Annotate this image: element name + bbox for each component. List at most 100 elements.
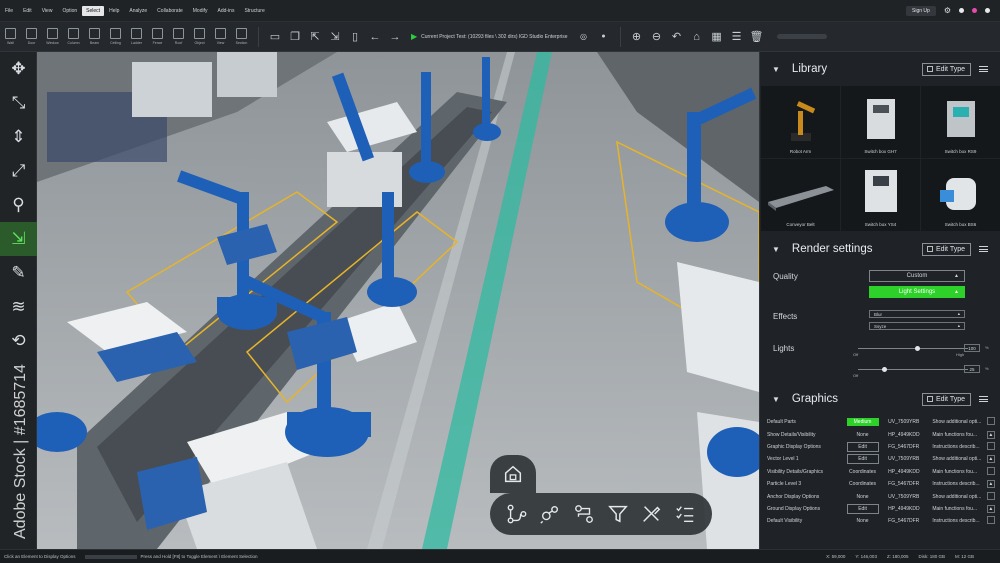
collapse-arrow-icon[interactable]: ▲ [986,455,995,464]
refresh-icon[interactable]: ◎ [577,30,591,44]
toolbar-zoom-slider[interactable] [776,34,827,39]
menu-structure[interactable]: Structure [239,8,269,14]
move-icon[interactable]: ✥ [0,52,37,86]
tool-wall[interactable]: Wall [0,23,21,51]
row-value-cell[interactable]: Medium [843,416,882,428]
tool-view[interactable]: View [210,23,231,51]
row-value[interactable]: Edit [846,441,879,452]
row-value-cell[interactable]: Coordinates [843,466,882,478]
expand-icon[interactable]: ⇲ [0,222,37,256]
light-settings-button[interactable]: Light Settings ▲ [869,286,965,298]
table-row[interactable]: Graphic Display Options Edit FG_5467DFR Ins… [760,441,1000,453]
window-layout-icon[interactable]: ▭ [268,30,282,44]
row-toggle-cell[interactable] [986,466,1000,478]
table-row[interactable]: Default Parts Medium UV_7509YRB Show additi… [760,416,1000,428]
row-toggle-cell[interactable]: ▲ [986,478,1000,490]
library-item[interactable]: Switch box BS6 [921,159,1000,231]
zoom-out-icon[interactable]: ⊖ [650,30,664,44]
list-icon[interactable]: ☰ [730,30,744,44]
light1-value[interactable]: 100 [964,344,980,352]
menu-analyze[interactable]: Analyze [124,8,152,14]
tools-icon[interactable] [639,502,663,526]
slider-knob[interactable] [882,367,887,372]
row-toggle-cell[interactable]: ▲ [986,428,1000,440]
menu-edit[interactable]: Edit [18,8,37,14]
collapse-arrow-icon[interactable]: ▲ [986,480,995,489]
tool-column[interactable]: Column [63,23,84,51]
settings-icon[interactable]: ⚙ [944,6,951,15]
menu-view[interactable]: View [37,8,58,14]
row-toggle-cell[interactable] [986,441,1000,453]
import-icon[interactable]: ⇱ [308,30,322,44]
play-icon[interactable]: ▶ [411,32,417,41]
tool-section[interactable]: Section [231,23,252,51]
white-dot-icon[interactable] [959,8,964,13]
forward-arrow-icon[interactable]: → [388,30,402,44]
filter-icon[interactable] [606,502,630,526]
table-row[interactable]: Particle Level 3 Coordinates FG_5467DFR Ins… [760,478,1000,490]
row-value-cell[interactable]: Edit [843,503,882,515]
align-vertical-icon[interactable]: ⇕ [0,120,37,154]
zoom-in-icon[interactable]: ⊕ [630,30,644,44]
options-icon[interactable]: ● [597,30,611,44]
row-value-cell[interactable]: None [843,428,882,440]
menu-icon[interactable] [979,246,988,252]
checkbox[interactable] [986,466,995,475]
checkbox[interactable] [986,516,995,525]
rotate-icon[interactable]: ⤡ [0,86,37,120]
table-row[interactable]: Default Visibility None FG_5467DFR Instruct… [760,515,1000,527]
library-header[interactable]: ▼ Library Edit Type [760,52,1000,86]
slider-knob[interactable] [915,346,920,351]
node-edit-icon[interactable]: ✎ [0,256,37,290]
graphics-header[interactable]: ▼ Graphics Edit Type [760,382,1000,416]
checkbox[interactable] [986,417,995,426]
table-row[interactable]: Visibility Details/Graphics Coordinates HP… [760,466,1000,478]
effect-dropdown-blur[interactable]: Blur ▴ [869,310,965,318]
light-slider-2[interactable] [858,367,968,372]
3d-viewport[interactable] [37,52,759,549]
library-item[interactable]: Switch box GH7 [841,86,920,158]
tool-roof[interactable]: Roof [168,23,189,51]
row-value[interactable]: Coordinates [847,480,879,488]
menu-help[interactable]: Help [104,8,124,14]
row-value-cell[interactable]: Edit [843,453,882,465]
row-toggle-cell[interactable]: ▲ [986,503,1000,515]
checklist-icon[interactable] [673,502,697,526]
route-icon[interactable] [572,502,596,526]
menu-option[interactable]: Option [57,8,82,14]
row-value-cell[interactable]: Coordinates [843,478,882,490]
sign-up-button[interactable]: Sign Up [906,5,936,16]
quality-dropdown[interactable]: Custom ▲ [869,270,965,282]
account-dot-icon[interactable] [985,8,990,13]
tool-door[interactable]: Door [21,23,42,51]
library-item[interactable]: Conveyor Belt [761,159,840,231]
collapse-triangle-icon[interactable]: ▼ [772,245,780,254]
library-item[interactable]: Switch box YS4 [841,159,920,231]
pin-icon[interactable]: ⚲ [0,188,37,222]
row-toggle-cell[interactable]: ▲ [986,453,1000,465]
export-icon[interactable]: ⇲ [328,30,342,44]
row-value-cell[interactable]: None [843,490,882,502]
trash-icon[interactable]: 🗑 [750,30,764,44]
menu-modify[interactable]: Modify [188,8,213,14]
row-toggle-cell[interactable] [986,515,1000,527]
row-value[interactable]: None [847,517,879,525]
collapse-triangle-icon[interactable]: ▼ [772,65,780,74]
library-item[interactable]: Robot Arm [761,86,840,158]
tool-beam[interactable]: Beam [84,23,105,51]
back-arrow-icon[interactable]: ← [368,30,382,44]
grid-icon[interactable]: ▦ [710,30,724,44]
menu-add-ins[interactable]: Add-ins [212,8,239,14]
home-view-icon[interactable]: ⌂ [690,30,704,44]
tool-fence[interactable]: Fence [147,23,168,51]
row-toggle-cell[interactable] [986,490,1000,502]
scale-icon[interactable]: ⤢ [0,154,37,188]
menu-icon[interactable] [979,396,988,402]
row-value[interactable]: Edit [846,503,879,514]
menu-icon[interactable] [979,66,988,72]
home-button[interactable] [490,455,536,493]
row-toggle-cell[interactable] [986,416,1000,428]
tool-window[interactable]: Window [42,23,63,51]
undo-icon[interactable]: ↶ [670,30,684,44]
collapse-arrow-icon[interactable]: ▲ [986,430,995,439]
